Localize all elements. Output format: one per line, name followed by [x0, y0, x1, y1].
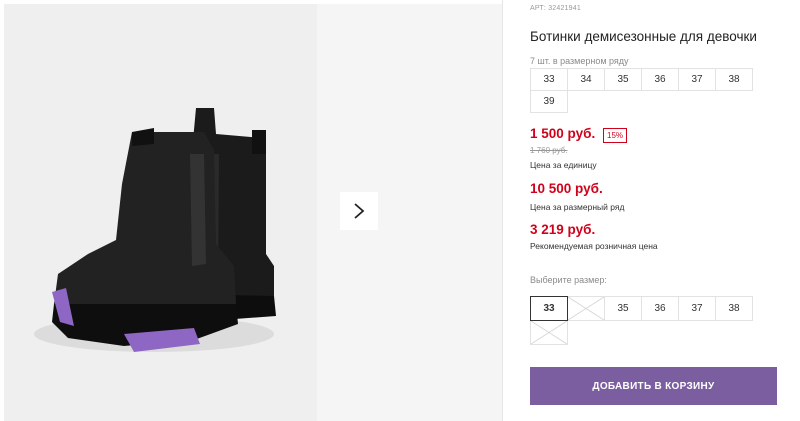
pack-size-list: 33 34 35 36 37 38 39: [530, 68, 760, 113]
product-info: АРТ: 32421941 Ботинки демисезонные для д…: [530, 0, 780, 421]
size-option[interactable]: 37: [678, 296, 716, 321]
product-photo[interactable]: [4, 4, 317, 421]
row-price-caption: Цена за размерный ряд: [530, 202, 625, 212]
product-sku: АРТ: 32421941: [530, 5, 581, 12]
recommended-price-caption: Рекомендуемая розничная цена: [530, 241, 658, 251]
pack-size-item: 38: [715, 68, 753, 91]
pack-size-item: 33: [530, 68, 568, 91]
pack-size-item: 34: [567, 68, 605, 91]
size-picker-label: Выберите размер:: [530, 275, 607, 285]
panel-divider: [502, 0, 503, 421]
add-to-cart-button[interactable]: ДОБАВИТЬ В КОРЗИНУ: [530, 367, 777, 405]
size-picker: 33 35 36 37 38: [530, 296, 760, 345]
product-gallery: [0, 0, 502, 421]
size-option-unavailable: [530, 320, 568, 345]
pack-size-item: 36: [641, 68, 679, 91]
unit-price: 1 500 руб.: [530, 126, 596, 141]
pack-size-item: 37: [678, 68, 716, 91]
old-price: 1 760 руб.: [530, 146, 568, 155]
size-option[interactable]: 36: [641, 296, 679, 321]
size-option[interactable]: 38: [715, 296, 753, 321]
boots-illustration: [4, 4, 317, 421]
unit-price-caption: Цена за единицу: [530, 160, 597, 170]
recommended-price: 3 219 руб.: [530, 222, 596, 237]
discount-badge: 15%: [603, 128, 628, 143]
row-price: 10 500 руб.: [530, 181, 603, 196]
cross-out-icon: [568, 297, 604, 320]
pack-size-note: 7 шт. в размерном ряду: [530, 56, 629, 66]
cross-out-icon: [531, 321, 567, 344]
pack-size-item: 39: [530, 90, 568, 113]
chevron-right-icon: [354, 203, 365, 219]
size-option-selected[interactable]: 33: [530, 296, 568, 321]
size-option[interactable]: 35: [604, 296, 642, 321]
next-image-button[interactable]: [340, 192, 378, 230]
size-option-unavailable: [567, 296, 605, 321]
product-title: Ботинки демисезонные для девочки: [530, 29, 757, 44]
pack-size-item: 35: [604, 68, 642, 91]
